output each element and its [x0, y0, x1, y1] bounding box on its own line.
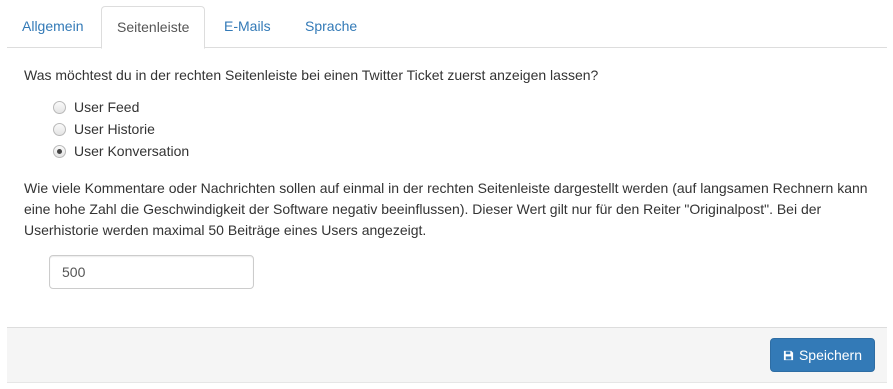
- save-button-label: Speichern: [798, 347, 862, 363]
- message-count-description: Wie viele Kommentare oder Nachrichten so…: [24, 180, 868, 238]
- option-label: User Konversation: [74, 143, 190, 159]
- radio-user-feed[interactable]: [53, 100, 66, 114]
- settings-tabs: Allgemein Seitenleiste E-Mails Sprache: [7, 6, 887, 49]
- tab-seitenleiste[interactable]: Seitenleiste: [101, 6, 206, 49]
- option-label: User Feed: [74, 99, 140, 115]
- tab-e-mails[interactable]: E-Mails: [209, 6, 286, 48]
- radio-user-historie[interactable]: [53, 122, 66, 136]
- tab-allgemein[interactable]: Allgemein: [7, 6, 98, 48]
- option-user-historie[interactable]: User Historie: [53, 120, 155, 138]
- tab-sprache[interactable]: Sprache: [290, 6, 372, 48]
- form-footer: Speichern: [7, 327, 887, 383]
- floppy-disk-icon: [783, 350, 794, 361]
- option-label: User Historie: [74, 121, 155, 137]
- option-user-konversation[interactable]: User Konversation: [53, 142, 189, 160]
- save-button[interactable]: Speichern: [769, 338, 875, 372]
- option-user-feed[interactable]: User Feed: [53, 98, 139, 116]
- radio-user-konversation[interactable]: [53, 144, 66, 158]
- sidebar-question: Was möchtest du in der rechten Seitenlei…: [24, 67, 599, 83]
- message-count-input[interactable]: [49, 255, 254, 289]
